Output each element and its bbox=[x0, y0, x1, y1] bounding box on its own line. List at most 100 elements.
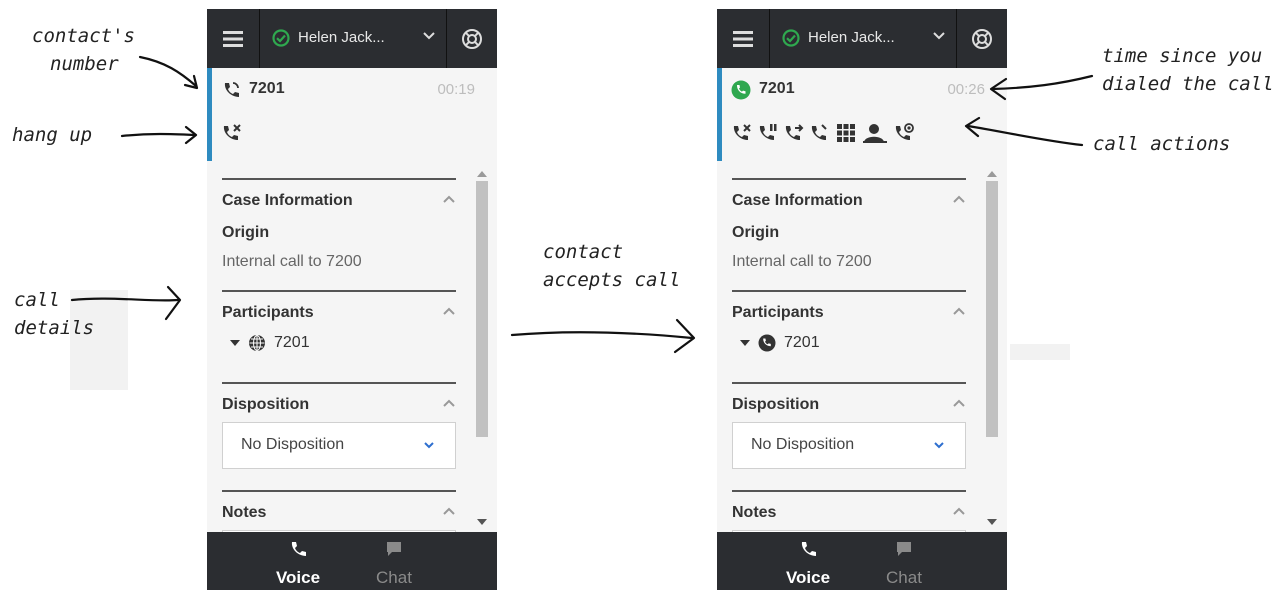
origin-label: Origin bbox=[732, 224, 780, 241]
connected-phone-icon bbox=[731, 80, 751, 100]
dialing-phone-icon bbox=[224, 82, 239, 97]
scroll-down-arrow[interactable] bbox=[477, 519, 487, 525]
hang-up-button[interactable] bbox=[731, 122, 753, 144]
participant-row[interactable]: 7201 bbox=[230, 334, 310, 352]
expand-triangle-icon bbox=[740, 340, 750, 346]
tab-chat-label: Chat bbox=[376, 568, 412, 587]
disposition-title: Disposition bbox=[222, 396, 310, 413]
tab-chat[interactable]: Chat bbox=[359, 532, 429, 590]
chevron-up-icon[interactable] bbox=[952, 398, 966, 408]
origin-label: Origin bbox=[222, 224, 270, 241]
annotation-hang-up: hang up bbox=[12, 124, 93, 146]
hold-call-button[interactable] bbox=[757, 122, 779, 144]
hamburger-menu-icon bbox=[733, 30, 753, 47]
chevron-down-icon bbox=[933, 32, 945, 40]
chevron-up-icon[interactable] bbox=[442, 194, 456, 204]
scroll-down-arrow[interactable] bbox=[987, 519, 997, 525]
hang-up-button[interactable] bbox=[221, 122, 243, 144]
conference-call-button[interactable] bbox=[809, 122, 831, 144]
annotation-contact-accepts: contact accepts call bbox=[543, 241, 681, 291]
support-icon bbox=[972, 28, 992, 49]
chat-bubble-icon bbox=[897, 542, 911, 556]
scrollbar-thumb[interactable] bbox=[986, 181, 998, 437]
globe-phone-icon bbox=[249, 335, 265, 351]
voice-phone-icon bbox=[801, 542, 816, 556]
chevron-up-icon[interactable] bbox=[952, 306, 966, 316]
support-icon bbox=[462, 28, 482, 49]
arrow-contact-accepts bbox=[510, 331, 694, 340]
agent-status-menu[interactable]: Helen Jack... bbox=[260, 9, 447, 68]
expand-triangle-icon bbox=[230, 340, 240, 346]
disposition-section: Disposition No Disposition bbox=[732, 382, 966, 469]
support-button[interactable] bbox=[957, 9, 1007, 68]
disposition-select[interactable]: No Disposition bbox=[222, 422, 456, 469]
origin-value: Internal call to 7200 bbox=[222, 253, 362, 270]
main-menu-button[interactable] bbox=[717, 9, 770, 68]
disposition-value: No Disposition bbox=[751, 436, 855, 453]
case-details-area: Case Information Origin Internal call to… bbox=[717, 161, 1007, 532]
chevron-up-icon[interactable] bbox=[442, 398, 456, 408]
active-call-accent bbox=[207, 68, 212, 161]
tab-chat-label: Chat bbox=[886, 568, 922, 587]
arrow-hang-up bbox=[120, 132, 197, 138]
annotation-contacts-number: contact's number bbox=[32, 25, 135, 75]
conference-call-icon bbox=[811, 124, 827, 140]
disposition-select[interactable]: No Disposition bbox=[732, 422, 966, 469]
notes-title: Notes bbox=[222, 504, 267, 521]
tab-voice[interactable]: Voice bbox=[773, 532, 843, 590]
support-button[interactable] bbox=[447, 9, 497, 68]
call-timer: 00:26 bbox=[947, 81, 985, 98]
origin-value: Internal call to 7200 bbox=[732, 253, 872, 270]
tab-voice-label: Voice bbox=[785, 568, 831, 587]
case-information-section: Case Information Origin Internal call to… bbox=[222, 178, 456, 270]
chevron-up-icon[interactable] bbox=[442, 506, 456, 516]
case-details-area: Case Information Origin Internal call to… bbox=[207, 161, 497, 532]
channel-tabs: Voice Chat bbox=[717, 532, 1007, 590]
active-call-accent bbox=[717, 68, 722, 161]
call-actions bbox=[731, 120, 915, 146]
channel-tabs: Voice Chat bbox=[207, 532, 497, 590]
chevron-down-icon bbox=[423, 32, 435, 40]
ready-status-icon bbox=[782, 29, 800, 47]
agent-status-menu[interactable]: Helen Jack... bbox=[770, 9, 957, 68]
hold-call-icon bbox=[759, 124, 777, 140]
notes-title: Notes bbox=[732, 504, 777, 521]
case-information-section: Case Information Origin Internal call to… bbox=[732, 178, 966, 270]
chevron-up-icon[interactable] bbox=[952, 506, 966, 516]
annotation-arrows bbox=[70, 55, 1094, 354]
keypad-icon bbox=[837, 124, 855, 142]
scrollbar[interactable] bbox=[983, 171, 1001, 525]
chat-bubble-icon bbox=[387, 542, 401, 556]
call-timer: 00:19 bbox=[437, 81, 475, 98]
tab-voice-label: Voice bbox=[275, 568, 321, 587]
tab-voice[interactable]: Voice bbox=[263, 532, 333, 590]
tab-chat[interactable]: Chat bbox=[869, 532, 939, 590]
participants-section: Participants 7201 bbox=[222, 290, 456, 351]
background-shadow-right bbox=[1010, 344, 1070, 360]
chevron-up-icon[interactable] bbox=[442, 306, 456, 316]
call-number: 7201 bbox=[249, 80, 285, 97]
record-call-button[interactable] bbox=[893, 122, 915, 144]
main-menu-button[interactable] bbox=[207, 9, 260, 68]
consult-icon bbox=[863, 124, 887, 143]
scroll-up-arrow[interactable] bbox=[987, 171, 997, 177]
scrollbar-thumb[interactable] bbox=[476, 181, 488, 437]
top-bar: Helen Jack... bbox=[207, 9, 497, 68]
case-information-title: Case Information bbox=[222, 192, 353, 209]
keypad-button[interactable] bbox=[835, 122, 857, 144]
hang-up-icon bbox=[733, 124, 751, 140]
scrollbar[interactable] bbox=[473, 171, 491, 525]
chevron-up-icon[interactable] bbox=[952, 194, 966, 204]
participant-number: 7201 bbox=[274, 334, 310, 351]
transfer-call-button[interactable] bbox=[783, 122, 805, 144]
annotation-call-details: call details bbox=[14, 289, 95, 339]
participants-title: Participants bbox=[732, 304, 824, 321]
participants-section: Participants 7201 bbox=[732, 290, 966, 352]
consult-button[interactable] bbox=[861, 122, 889, 144]
scroll-up-arrow[interactable] bbox=[477, 171, 487, 177]
hang-up-icon bbox=[223, 124, 241, 140]
participant-row[interactable]: 7201 bbox=[740, 334, 820, 352]
disposition-section: Disposition No Disposition bbox=[222, 382, 456, 469]
notes-section: Notes bbox=[222, 490, 456, 532]
workspace-panel-dialing: Helen Jack... 7201 00:19 Case Informatio… bbox=[207, 9, 497, 590]
